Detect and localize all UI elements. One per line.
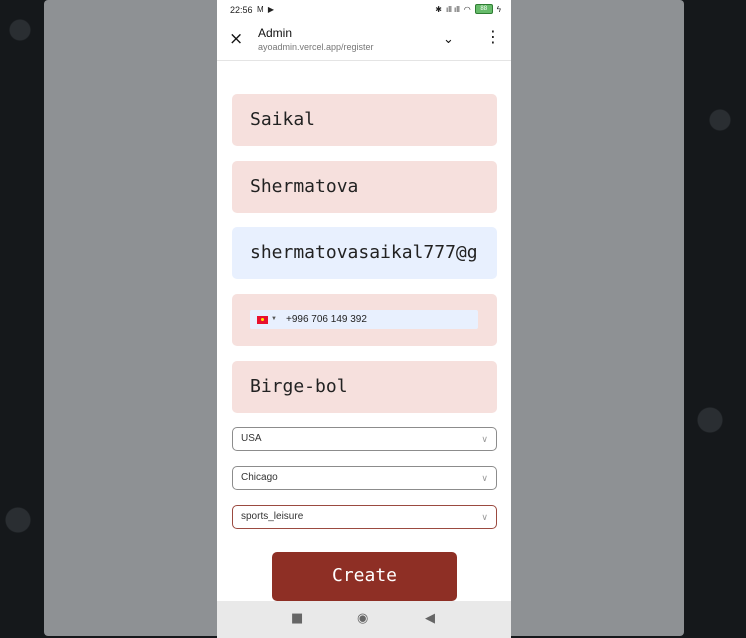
status-time: 22:56: [230, 5, 253, 15]
chevron-down-icon[interactable]: ⌄: [443, 32, 454, 47]
status-bar: 22:56 M ▶ ✱ ıll ıll ◠ 88 ϟ: [217, 0, 511, 20]
chevron-down-icon: ∨: [481, 512, 488, 522]
status-right: ✱ ıll ıll ◠ 88 ϟ: [435, 4, 501, 14]
page-title: Admin: [258, 26, 293, 40]
bluetooth-icon: ✱: [435, 4, 442, 14]
chevron-down-icon: ∨: [481, 434, 488, 444]
create-button[interactable]: Create: [272, 552, 457, 601]
company-field[interactable]: Birge-bol: [232, 361, 497, 413]
category-select[interactable]: sports_leisure ∨: [232, 505, 497, 529]
notification-icons: M ▶: [257, 5, 276, 14]
more-menu-icon[interactable]: ⋮: [485, 28, 501, 46]
back-triangle-icon[interactable]: ◀: [425, 610, 435, 628]
city-select[interactable]: Chicago ∨: [232, 466, 497, 490]
country-select-value: USA: [241, 433, 262, 444]
close-icon[interactable]: ×: [229, 29, 243, 49]
phone-input[interactable]: ▼ +996 706 149 392: [250, 310, 478, 329]
battery-icon: 88: [474, 4, 493, 14]
country-select[interactable]: USA ∨: [232, 427, 497, 451]
category-select-value: sports_leisure: [241, 511, 304, 522]
country-code-caret-icon[interactable]: ▼: [271, 310, 277, 329]
first-name-field[interactable]: Saikal: [232, 94, 497, 146]
page-url: ayoadmin.vercel.app/register: [258, 42, 374, 52]
kyrgyzstan-flag-icon[interactable]: [257, 316, 268, 324]
recents-square-icon[interactable]: ■: [291, 610, 303, 628]
signal-icon: ıll ıll: [446, 4, 460, 14]
last-name-field[interactable]: Shermatova: [232, 161, 497, 213]
phone-number: +996 706 149 392: [286, 314, 367, 325]
phone-field-container: ▼ +996 706 149 392: [232, 294, 497, 346]
wifi-icon: ◠: [463, 4, 471, 14]
charging-icon: ϟ: [496, 4, 501, 14]
phone-screen: 22:56 M ▶ ✱ ıll ıll ◠ 88 ϟ × Admin ayoad…: [217, 0, 511, 638]
city-select-value: Chicago: [241, 472, 278, 483]
android-nav-bar: ■ ◉ ◀: [217, 601, 511, 638]
chevron-down-icon: ∨: [481, 473, 488, 483]
home-circle-icon[interactable]: ◉: [357, 610, 368, 628]
browser-app-bar: × Admin ayoadmin.vercel.app/register ⌄ ⋮: [217, 20, 511, 61]
email-field[interactable]: shermatovasaikal777@g: [232, 227, 497, 279]
